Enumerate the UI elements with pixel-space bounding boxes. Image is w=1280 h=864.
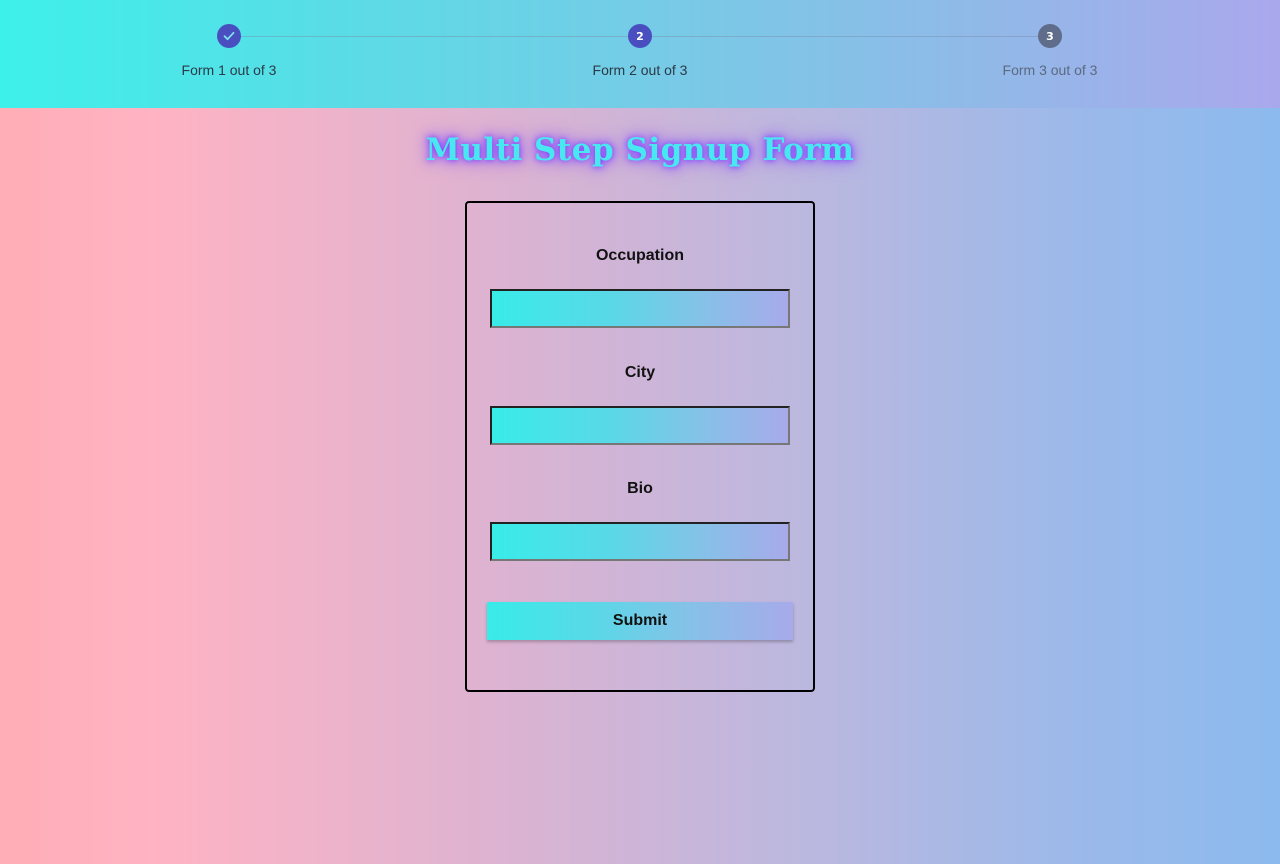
step-2: 2 Form 2 out of 3 [540,24,740,78]
occupation-input[interactable] [490,289,790,328]
bio-label: Bio [627,480,653,497]
bio-input[interactable] [490,522,790,561]
step-1-marker [217,24,241,48]
step-2-label: Form 2 out of 3 [592,62,688,78]
city-label: City [624,364,656,381]
page-title: Multi Step Signup Form [425,132,855,168]
step-3-marker: 3 [1038,24,1062,48]
step-1: Form 1 out of 3 [129,24,329,78]
occupation-label: Occupation [595,247,684,264]
step-3-label: Form 3 out of 3 [1002,62,1098,78]
signup-form-card: Occupation City Bio Submit [465,201,815,692]
check-icon [223,31,235,41]
submit-button[interactable]: Submit [487,602,793,640]
step-1-label: Form 1 out of 3 [181,62,277,78]
city-input[interactable] [490,406,790,445]
step-2-marker: 2 [628,24,652,48]
step-3: 3 Form 3 out of 3 [950,24,1150,78]
progress-stepper: Form 1 out of 3 2 Form 2 out of 3 3 Form… [0,0,1280,108]
